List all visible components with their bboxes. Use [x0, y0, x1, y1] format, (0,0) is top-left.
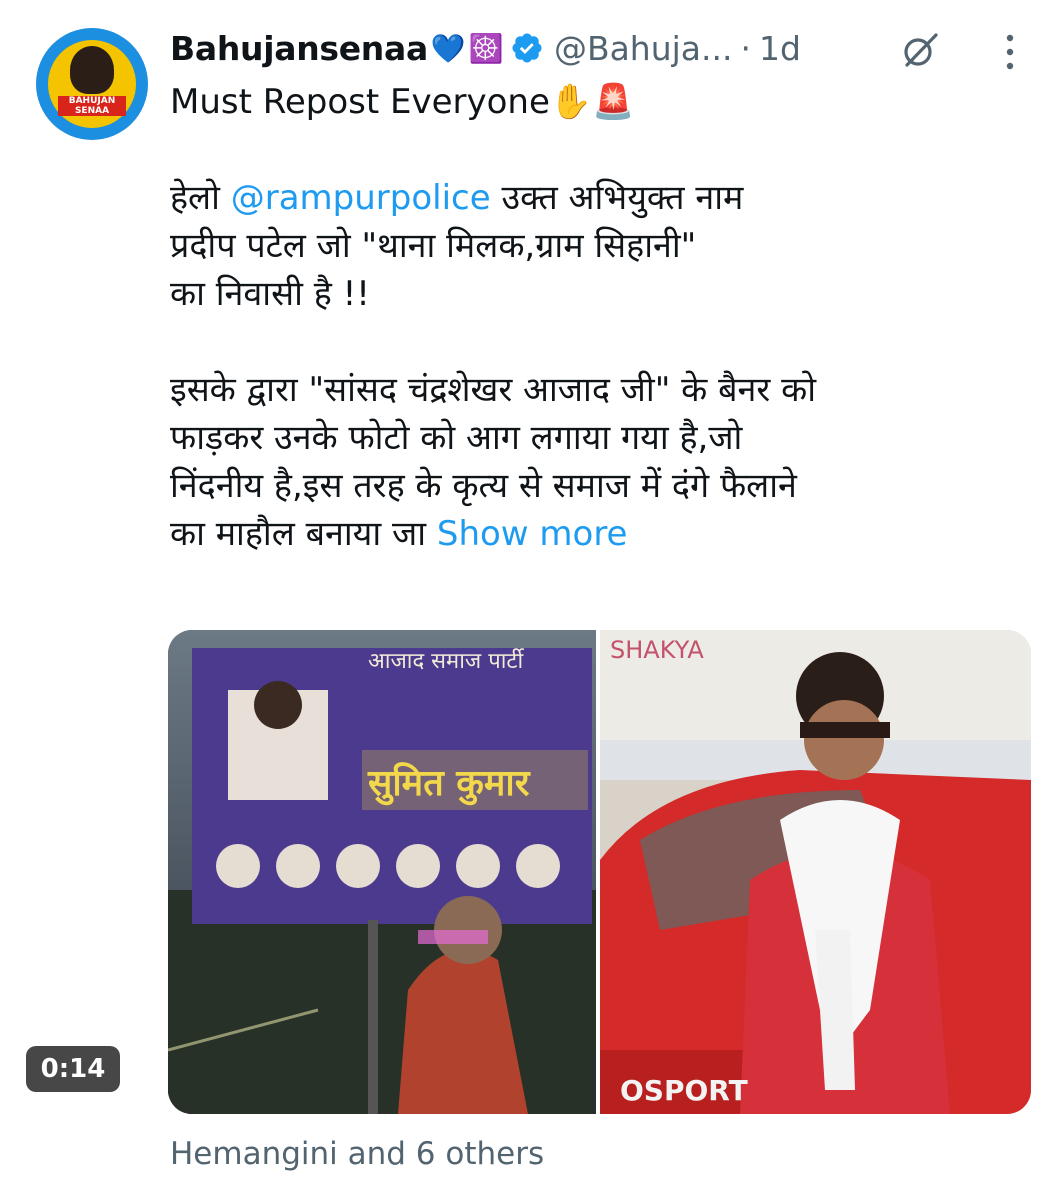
photo-thumbnail-art: SHAKYA OSPORT [600, 630, 1031, 1114]
text-segment: का माहौल बनाया जा [170, 514, 437, 554]
banner-name-text: सुमित कुमार [367, 762, 531, 806]
post-text-line: इसके द्वारा "सांसद चंद्रशेखर आजाद जी" के… [170, 370, 816, 410]
social-context[interactable]: Hemangini and 6 others [170, 1136, 544, 1172]
blue-heart-emoji: 💙 [430, 31, 466, 65]
car-decal-text: OSPORT [620, 1074, 748, 1107]
post-timestamp[interactable]: 1d [759, 29, 801, 68]
verified-badge-icon[interactable] [510, 31, 544, 65]
post-text-line: हेलो @rampurpolice उक्त अभियुक्त नाम [170, 174, 1010, 222]
photo-thumbnail[interactable]: SHAKYA OSPORT [600, 630, 1031, 1114]
video-thumbnail[interactable]: आजाद समाज पार्टी सुमित कुमार [168, 630, 596, 1114]
post-text: Must Repost Everyone✋🚨 हेलो @rampurpolic… [170, 78, 1010, 558]
author-display-name[interactable]: Bahujansenaa [170, 29, 428, 68]
more-options-icon[interactable] [1000, 30, 1020, 74]
post-text-line: फाड़कर उनके फोटो को आग लगाया गया है,जो [170, 418, 743, 458]
separator-dot: · [740, 28, 752, 68]
text-segment: उक्त अभियुक्त नाम [490, 178, 744, 218]
shop-sign-text: SHAKYA [610, 636, 704, 664]
post-text-line: का माहौल बनाया जा Show more [170, 510, 1010, 558]
post-text-line: का निवासी है !! [170, 274, 370, 314]
author-avatar[interactable]: BAHUJAN SENAA [36, 28, 148, 140]
post-text-line: प्रदीप पटेल जो "थाना मिलक,ग्राम सिहानी" [170, 226, 697, 266]
video-thumbnail-art: आजाद समाज पार्टी सुमित कुमार [168, 630, 596, 1114]
post-text-line: निंदनीय है,इस तरह के कृत्य से समाज में द… [170, 466, 797, 506]
post-header: Bahujansenaa 💙 ☸️ @Bahuja... · 1d [170, 28, 801, 68]
text-segment: हेलो [170, 178, 231, 218]
mention-link[interactable]: @rampurpolice [231, 178, 491, 218]
show-more-link[interactable]: Show more [437, 514, 628, 554]
author-handle[interactable]: @Bahuja... [554, 29, 733, 68]
post-text-line: Must Repost Everyone✋🚨 [170, 82, 635, 122]
avatar-logo-text: BAHUJAN SENAA [58, 96, 126, 116]
video-duration-badge: 0:14 [26, 1046, 120, 1092]
avatar-portrait [70, 46, 114, 94]
grok-icon[interactable] [900, 30, 940, 70]
dharma-wheel-emoji: ☸️ [468, 31, 504, 65]
media-grid: आजाद समाज पार्टी सुमित कुमार SHAKYA OSPO… [168, 630, 1031, 1114]
banner-party-text: आजाद समाज पार्टी [368, 648, 525, 674]
